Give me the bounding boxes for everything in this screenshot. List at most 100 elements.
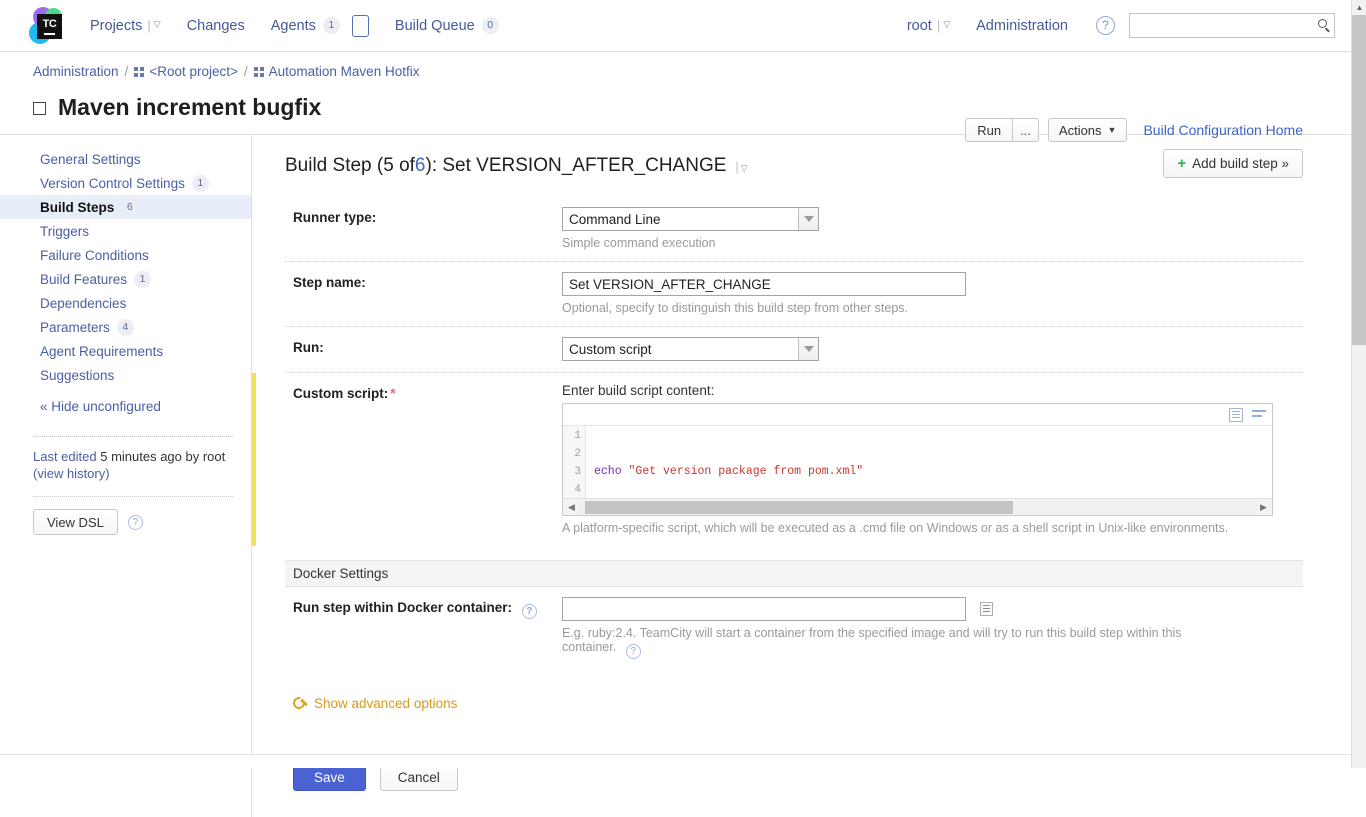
breadcrumb-separator: / — [244, 64, 248, 79]
sidebar-item-suggestions[interactable]: Suggestions — [0, 363, 251, 387]
search-box[interactable] — [1129, 13, 1335, 38]
nav-item-build-queue[interactable]: Build Queue 0 — [395, 17, 499, 34]
user-menu-root[interactable]: root | ▽ — [907, 18, 950, 34]
form-footer-actions: Save Cancel — [285, 763, 1303, 817]
last-edited-info: Last edited 5 minutes ago by root (view … — [0, 437, 251, 482]
scroll-left-arrow-icon[interactable]: ◀ — [565, 502, 578, 513]
sidebar-item-build-steps[interactable]: Build Steps 6 — [0, 195, 251, 219]
chevron-down-icon[interactable]: ▽ — [154, 19, 161, 30]
runner-type-select[interactable]: Command Line — [562, 207, 819, 231]
custom-script-label: Custom script: — [293, 386, 388, 401]
page-title: Maven increment bugfix — [33, 94, 1331, 121]
chevron-down-icon[interactable] — [798, 208, 818, 230]
scrollbar-track[interactable] — [578, 501, 1257, 514]
help-icon[interactable]: ? — [128, 515, 143, 530]
sidebar-item-label: Dependencies — [40, 296, 126, 311]
help-icon[interactable]: ? — [1096, 16, 1115, 35]
user-name-label: root — [907, 18, 932, 34]
scroll-up-arrow-icon[interactable]: ▲ — [1352, 0, 1366, 15]
wrench-icon — [293, 697, 307, 711]
heading-menu[interactable]: |▽ — [735, 159, 747, 174]
sidebar-item-parameters[interactable]: Parameters 4 — [0, 315, 251, 339]
teamcity-logo-icon[interactable]: TC — [28, 6, 68, 46]
sidebar-item-label: Agent Requirements — [40, 344, 163, 359]
line-number: 2 — [563, 445, 581, 463]
sidebar-item-badge: 1 — [134, 271, 151, 288]
top-navigation-bar: TC Projects | ▽ Changes Agents 1 Build Q… — [0, 0, 1351, 52]
docker-hint: E.g. ruby:2.4. TeamCity will start a con… — [562, 626, 1303, 659]
show-advanced-options-label: Show advanced options — [314, 696, 457, 711]
nav-item-agents[interactable]: Agents 1 — [271, 15, 369, 37]
parameter-picker-icon[interactable] — [980, 602, 993, 616]
chevron-down-icon[interactable] — [798, 338, 818, 360]
sidebar-item-failure-conditions[interactable]: Failure Conditions — [0, 243, 251, 267]
add-build-step-button[interactable]: + Add build step » — [1163, 149, 1303, 178]
form-row-custom-script: Custom script:* Enter build script conte… — [285, 373, 1303, 546]
fullscreen-editor-icon[interactable] — [1229, 408, 1243, 422]
agent-status-box-icon[interactable] — [352, 15, 369, 37]
sidebar-item-label: Suggestions — [40, 368, 114, 383]
nav-item-changes[interactable]: Changes — [187, 18, 245, 34]
scrollbar-thumb[interactable] — [585, 501, 1013, 514]
hide-unconfigured-link[interactable]: « Hide unconfigured — [0, 399, 251, 414]
editor-caption: Enter build script content: — [562, 383, 1303, 398]
code-line: echo "Get version package from pom.xml" — [594, 463, 1272, 481]
sidebar-item-label: Triggers — [40, 224, 89, 239]
build-configuration-icon — [33, 102, 46, 115]
docker-settings-section-header: Docker Settings — [285, 560, 1303, 587]
run-select[interactable]: Custom script — [562, 337, 819, 361]
page-scrollbar-thumb[interactable] — [1352, 15, 1366, 345]
last-edited-value: 5 minutes ago by root — [100, 449, 225, 464]
heading-total-steps-link[interactable]: 6 — [415, 155, 426, 177]
editor-horizontal-scrollbar[interactable]: ◀ ▶ — [563, 498, 1272, 515]
nav-agents-label: Agents — [271, 18, 316, 34]
chevron-down-icon[interactable]: ▽ — [943, 19, 950, 30]
show-advanced-options-link[interactable]: Show advanced options — [285, 696, 1303, 711]
step-name-input[interactable] — [562, 272, 966, 296]
view-history-link[interactable]: (view history) — [33, 466, 110, 481]
last-edited-label[interactable]: Last edited — [33, 449, 97, 464]
sidebar-item-triggers[interactable]: Triggers — [0, 219, 251, 243]
breadcrumb-root-project[interactable]: <Root project> — [149, 64, 238, 79]
help-icon[interactable]: ? — [522, 604, 537, 619]
breadcrumb-administration[interactable]: Administration — [33, 64, 119, 79]
build-step-heading: Build Step (5 of 6): Set VERSION_AFTER_C… — [285, 155, 1303, 177]
view-dsl-row: View DSL ? — [0, 497, 251, 535]
sidebar-item-badge: 1 — [192, 175, 209, 192]
search-input[interactable] — [1130, 14, 1334, 37]
docker-container-label-wrap: Run step within Docker container: ? — [285, 597, 562, 659]
build-step-form: Runner type: Command Line Simple command… — [285, 197, 1303, 817]
sidebar-item-dependencies[interactable]: Dependencies — [0, 291, 251, 315]
search-icon[interactable] — [1318, 19, 1327, 28]
scroll-right-arrow-icon[interactable]: ▶ — [1257, 502, 1270, 513]
form-row-step-name: Step name: Optional, specify to distingu… — [285, 262, 1303, 327]
heading-prefix: Build Step (5 of — [285, 155, 415, 177]
chevron-down-icon[interactable]: ▽ — [741, 163, 748, 173]
code-lines[interactable]: echo "Get version package from pom.xml" … — [586, 426, 1272, 498]
sidebar-item-label: Build Steps — [40, 200, 114, 215]
sidebar-item-build-features[interactable]: Build Features 1 — [0, 267, 251, 291]
docker-container-label: Run step within Docker container: — [293, 600, 512, 615]
run-control: Custom script — [562, 337, 1303, 361]
help-icon[interactable]: ? — [626, 644, 641, 659]
breadcrumb-automation-maven-hotfix[interactable]: Automation Maven Hotfix — [269, 64, 420, 79]
nav-item-administration[interactable]: Administration — [976, 18, 1068, 34]
script-editor[interactable]: 1 2 3 4 echo "Get version package from p… — [562, 403, 1273, 516]
step-name-hint: Optional, specify to distinguish this bu… — [562, 301, 1303, 315]
page-scrollbar[interactable]: ▲ — [1351, 0, 1366, 768]
logo-tc-mark: TC — [37, 14, 62, 39]
sidebar-item-badge: 6 — [121, 199, 138, 216]
step-name-label: Step name: — [285, 272, 562, 315]
sidebar-item-label: Parameters — [40, 320, 110, 335]
nav-item-projects[interactable]: Projects | ▽ — [90, 18, 161, 34]
docker-container-input[interactable] — [562, 597, 966, 621]
sidebar-item-version-control-settings[interactable]: Version Control Settings 1 — [0, 171, 251, 195]
breadcrumb: Administration / <Root project> / Automa… — [33, 64, 1331, 79]
view-dsl-button[interactable]: View DSL — [33, 509, 118, 535]
run-label: Run: — [285, 337, 562, 361]
script-hint: A platform-specific script, which will b… — [562, 521, 1303, 535]
wrap-lines-icon[interactable] — [1252, 408, 1266, 422]
sidebar-item-general-settings[interactable]: General Settings — [0, 147, 251, 171]
code-area[interactable]: 1 2 3 4 echo "Get version package from p… — [563, 426, 1272, 498]
sidebar-item-agent-requirements[interactable]: Agent Requirements — [0, 339, 251, 363]
